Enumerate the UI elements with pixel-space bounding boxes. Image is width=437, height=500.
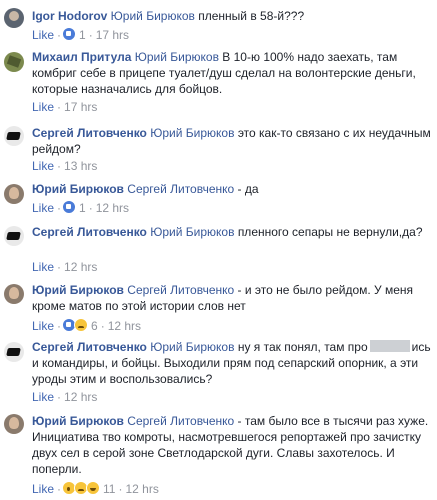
- comment-meta: Like · 1 · 12 hrs: [32, 200, 129, 215]
- timestamp[interactable]: 12 hrs: [64, 260, 97, 274]
- like-button[interactable]: Like: [32, 482, 54, 496]
- comment-author[interactable]: Юрий Бирюков: [32, 182, 124, 196]
- avatar[interactable]: [4, 8, 24, 28]
- timestamp[interactable]: 12 hrs: [96, 201, 129, 215]
- comment-author[interactable]: Сергей Литовченко: [32, 340, 147, 354]
- like-button[interactable]: Like: [32, 100, 54, 114]
- separator: ·: [57, 159, 62, 173]
- comment-body: Сергей Литовченко Юрий Бирюков это как-т…: [32, 125, 431, 157]
- comment-text: пленного сепары не вернули,да?: [237, 225, 423, 239]
- comment-body: Igor Hodorov Юрий Бирюков пленный в 58-й…: [32, 8, 431, 24]
- comment-author[interactable]: Сергей Литовченко: [32, 225, 147, 239]
- avatar[interactable]: [4, 184, 24, 204]
- comment-body: Сергей Литовченко Юрий Бирюков пленного …: [32, 224, 431, 240]
- separator: ·: [57, 390, 62, 404]
- reaction-count[interactable]: 1: [79, 28, 86, 42]
- like-reaction-icon[interactable]: [62, 27, 77, 41]
- like-button[interactable]: Like: [32, 159, 54, 173]
- mention-tag[interactable]: Сергей Литовченко: [127, 414, 234, 428]
- mention-tag[interactable]: Юрий Бирюков: [111, 9, 195, 23]
- comment-author[interactable]: Igor Hodorov: [32, 9, 107, 23]
- mention-tag[interactable]: Юрий Бирюков: [150, 340, 234, 354]
- comment-meta: Like · 13 hrs: [32, 159, 97, 173]
- comment-author[interactable]: Юрий Бирюков: [32, 414, 124, 428]
- comment-meta: Like · 17 hrs: [32, 100, 97, 114]
- mention-tag[interactable]: Юрий Бирюков: [150, 126, 234, 140]
- avatar[interactable]: [4, 226, 24, 246]
- separator: ·: [88, 201, 93, 215]
- comment-meta: Like · 12 hrs: [32, 260, 97, 274]
- comment-meta: Like · 11 · 12 hrs: [32, 481, 159, 496]
- comment-body: Юрий Бирюков Сергей Литовченко - и это н…: [32, 282, 431, 314]
- avatar[interactable]: [4, 342, 24, 362]
- comment-meta: Like · 6 · 12 hrs: [32, 318, 141, 333]
- comment-body: Юрий Бирюков Сергей Литовченко - да: [32, 181, 431, 197]
- comment-author[interactable]: Юрий Бирюков: [32, 283, 124, 297]
- avatar[interactable]: [4, 52, 24, 72]
- separator: ·: [88, 28, 93, 42]
- like-button[interactable]: Like: [32, 319, 54, 333]
- timestamp[interactable]: 12 hrs: [108, 319, 141, 333]
- comment-text: - да: [237, 182, 259, 196]
- reaction-count[interactable]: 6: [91, 319, 98, 333]
- comment-text-part: ну я так понял, там про: [237, 340, 368, 354]
- mention-tag[interactable]: Сергей Литовченко: [127, 182, 234, 196]
- haha-reaction-icon[interactable]: [86, 481, 101, 495]
- timestamp[interactable]: 13 hrs: [64, 159, 97, 173]
- avatar[interactable]: [4, 126, 24, 146]
- comment-body: Юрий Бирюков Сергей Литовченко - там был…: [32, 413, 431, 477]
- comment-meta: Like · 12 hrs: [32, 390, 97, 404]
- like-button[interactable]: Like: [32, 390, 54, 404]
- separator: ·: [118, 482, 123, 496]
- avatar[interactable]: [4, 414, 24, 434]
- mention-tag[interactable]: Юрий Бирюков: [150, 225, 234, 239]
- like-button[interactable]: Like: [32, 201, 54, 215]
- mention-tag[interactable]: Сергей Литовченко: [127, 283, 234, 297]
- reaction-count[interactable]: 11: [103, 482, 115, 496]
- like-button[interactable]: Like: [32, 28, 54, 42]
- avatar[interactable]: [4, 284, 24, 304]
- timestamp[interactable]: 17 hrs: [64, 100, 97, 114]
- comment-meta: Like · 1 · 17 hrs: [32, 27, 129, 42]
- mention-tag[interactable]: Юрий Бирюков: [135, 50, 219, 64]
- timestamp[interactable]: 12 hrs: [125, 482, 158, 496]
- comment-text: пленный в 58-й???: [198, 9, 305, 23]
- like-button[interactable]: Like: [32, 260, 54, 274]
- reaction-count[interactable]: 1: [79, 201, 86, 215]
- sad-reaction-icon[interactable]: [74, 318, 89, 332]
- redaction-block: [369, 340, 410, 352]
- separator: ·: [100, 319, 105, 333]
- like-reaction-icon[interactable]: [62, 200, 77, 214]
- timestamp[interactable]: 17 hrs: [96, 28, 129, 42]
- timestamp[interactable]: 12 hrs: [64, 390, 97, 404]
- comment-body: Михаил Притула Юрий Бирюков В 10-ю 100% …: [32, 49, 431, 97]
- comment-body: Сергей Литовченко Юрий Бирюков ну я так …: [32, 339, 431, 387]
- comment-author[interactable]: Михаил Притула: [32, 50, 131, 64]
- comment-author[interactable]: Сергей Литовченко: [32, 126, 147, 140]
- separator: ·: [57, 100, 62, 114]
- separator: ·: [57, 260, 62, 274]
